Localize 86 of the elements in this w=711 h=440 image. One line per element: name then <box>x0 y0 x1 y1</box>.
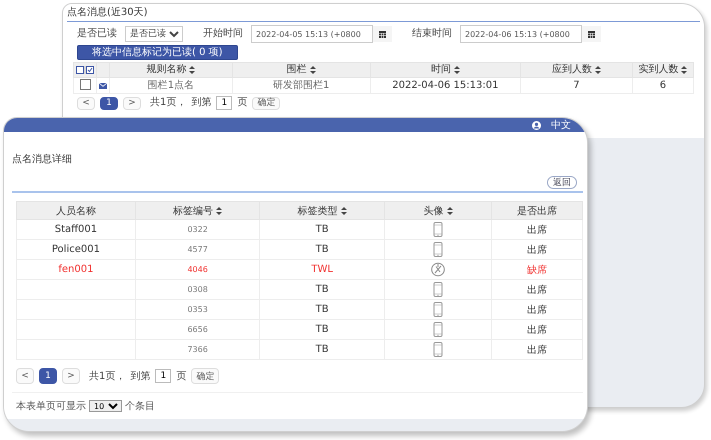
column-header[interactable]: 围栏 <box>286 64 316 76</box>
attendance-status: 出席 <box>492 220 582 240</box>
start-time-field[interactable]: 2022-04-05 15:13 (+0800 <box>251 25 373 43</box>
next-page-button[interactable]: > <box>62 368 80 384</box>
tag-type: TB <box>260 340 384 360</box>
page-size-select[interactable]: 10 <box>89 400 122 412</box>
sort-icon <box>216 206 222 214</box>
page-size-suffix: 个条目 <box>125 400 155 413</box>
page-label: 页 <box>176 370 186 383</box>
page-label: 页 <box>237 97 248 109</box>
page-input[interactable]: 1 <box>155 369 172 383</box>
sort-icon <box>189 66 196 74</box>
tag-number: 4046 <box>135 260 260 280</box>
tag-number: 0308 <box>135 280 260 300</box>
sort-icon <box>340 206 347 214</box>
filter-label: 开始时间 <box>203 28 243 40</box>
envelope-icon <box>99 82 107 88</box>
table-cell: 围栏1点名 <box>110 78 232 94</box>
filter-label: 是否已读 <box>77 28 117 40</box>
tag-type: TB <box>260 280 384 300</box>
calendar-button[interactable] <box>372 26 392 42</box>
phone-icon <box>433 322 444 337</box>
column-header[interactable]: 时间 <box>430 64 460 76</box>
phone-icon <box>433 342 444 357</box>
column-header: 是否出席 <box>517 204 558 218</box>
person-name: Staff001 <box>16 220 136 240</box>
checkbox-icons <box>76 66 94 74</box>
sort-icon <box>594 66 601 74</box>
tag-type: TB <box>260 300 384 320</box>
phone-icon <box>433 222 444 237</box>
phone-icon <box>433 302 444 317</box>
sort-icon <box>454 66 460 74</box>
phone-icon <box>433 242 444 257</box>
row-checkbox[interactable] <box>80 79 90 90</box>
page-button[interactable]: 1 <box>39 368 57 384</box>
attendance-status: 出席 <box>492 320 582 340</box>
calendar-icon <box>379 30 386 38</box>
user-icon <box>532 120 541 130</box>
end-time-field[interactable]: 2022-04-06 15:13 (+0800 <box>460 25 582 43</box>
window-title: 点名消息(近30天) <box>67 6 700 22</box>
previous-page-button[interactable]: < <box>16 368 34 384</box>
previous-page-button[interactable]: < <box>77 96 95 110</box>
sort-icon <box>310 66 316 74</box>
tag-type: TB <box>260 240 384 260</box>
tag-number: 0322 <box>135 220 260 240</box>
page-count: 共1页， <box>89 370 126 383</box>
tag-number: 7366 <box>135 340 260 360</box>
tag-type: TB <box>260 220 384 240</box>
calendar-icon <box>588 30 595 38</box>
person-name: fen001 <box>16 260 136 280</box>
sort-icon <box>681 66 688 74</box>
person-name: Police001 <box>16 240 136 260</box>
tag-type: TWL <box>260 260 384 280</box>
tag-number: 0353 <box>135 300 260 320</box>
table-cell: 7 <box>520 78 632 94</box>
confirm-button[interactable]: 确定 <box>191 368 220 384</box>
language-label[interactable]: 中文 <box>551 118 571 132</box>
column-header: 人员名称 <box>56 204 96 218</box>
back-button[interactable]: 返回 <box>547 176 577 189</box>
filter-label: 结束时间 <box>412 28 452 40</box>
table-cell: 6 <box>632 78 694 94</box>
confirm-button[interactable]: 确定 <box>252 96 280 110</box>
page-button[interactable]: 1 <box>100 96 118 110</box>
sort-icon <box>446 206 453 214</box>
page-input[interactable]: 1 <box>216 96 232 110</box>
page-size-label: 本表单页可显示 <box>16 400 86 413</box>
attendance-status: 缺席 <box>492 260 582 280</box>
tag-type: TB <box>260 320 384 340</box>
calendar-button[interactable] <box>581 26 601 42</box>
mark-read-button[interactable]: 将选中信息标记为已读( 0 项) <box>77 45 238 60</box>
table-cell: 2022-04-06 15:13:01 <box>370 78 521 94</box>
page-title: 点名消息详细 <box>12 152 73 167</box>
table-cell: 研发部围栏1 <box>232 78 370 94</box>
attendance-status: 出席 <box>492 300 582 320</box>
goto-label: 到第 <box>130 370 150 383</box>
attendance-status: 出席 <box>492 280 582 300</box>
attendance-status: 出席 <box>492 340 582 360</box>
phone-icon <box>433 282 444 297</box>
page-count: 共1页， <box>150 97 186 109</box>
tag-number: 4577 <box>135 240 260 260</box>
goto-label: 到第 <box>191 97 212 109</box>
attendance-status: 出席 <box>492 240 582 260</box>
read-status-select[interactable]: 是否已读 <box>125 26 183 42</box>
tag-number: 6656 <box>135 320 260 340</box>
next-page-button[interactable]: > <box>123 96 141 110</box>
alarm-icon <box>431 262 446 277</box>
